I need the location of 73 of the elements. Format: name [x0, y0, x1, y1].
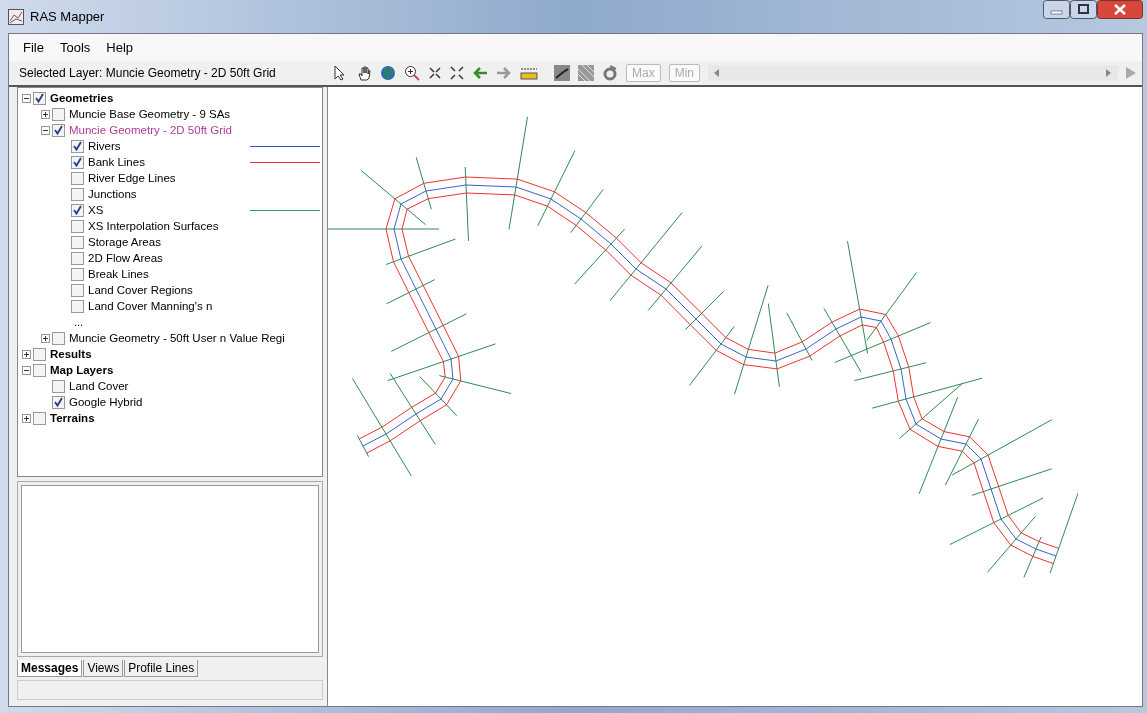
layer-name[interactable]: Land Cover	[69, 380, 129, 392]
layer-name[interactable]: Muncie Geometry - 2D 50ft Grid	[69, 124, 232, 136]
maximize-icon[interactable]	[1070, 0, 1097, 19]
layer-name[interactable]: Results	[50, 348, 92, 360]
selected-layer-label: Selected Layer: Muncie Geometry - 2D 50ft Grid	[18, 66, 277, 80]
zoom-out-arrows-icon[interactable]	[428, 66, 442, 80]
scroll-right-icon[interactable]	[1106, 69, 1112, 77]
back-arrow-icon[interactable]	[472, 66, 488, 80]
layer-name[interactable]: Map Layers	[50, 364, 114, 376]
layer-checkbox[interactable]	[71, 187, 84, 201]
layer-checkbox[interactable]	[52, 379, 65, 393]
layer-name[interactable]: Muncie Geometry - 50ft User n Value Regi	[69, 332, 285, 344]
layer-checkbox[interactable]	[33, 347, 46, 361]
layer-checkbox[interactable]	[71, 139, 84, 153]
layer-checkbox[interactable]	[52, 395, 65, 409]
layer-name[interactable]: Rivers	[88, 140, 121, 152]
panel-tab[interactable]: Profile Lines	[124, 660, 199, 677]
expander-icon[interactable]	[41, 109, 50, 119]
layer-checkbox[interactable]	[33, 91, 46, 105]
layer-name[interactable]: Geometries	[50, 92, 114, 104]
expander-icon[interactable]	[22, 413, 31, 423]
window-title: RAS Mapper	[30, 9, 105, 24]
layer-name[interactable]: Break Lines	[88, 268, 149, 280]
layer-name[interactable]: Land Cover Regions	[88, 284, 193, 296]
menu-item[interactable]: File	[17, 38, 50, 57]
close-icon[interactable]	[1097, 0, 1143, 19]
profile-line-icon[interactable]	[554, 65, 570, 81]
expander-icon[interactable]	[22, 93, 31, 103]
hand-icon[interactable]	[356, 65, 372, 81]
layer-checkbox[interactable]	[71, 251, 84, 265]
layer-name[interactable]: XS	[88, 204, 104, 216]
globe-icon[interactable]	[380, 65, 396, 81]
layer-checkbox[interactable]	[52, 123, 65, 137]
panel-tab[interactable]: Messages	[17, 660, 83, 677]
layer-checkbox[interactable]	[33, 363, 46, 377]
layer-name[interactable]: Junctions	[88, 188, 137, 200]
layer-checkbox[interactable]	[71, 299, 84, 313]
layer-checkbox[interactable]	[52, 107, 65, 121]
layer-name[interactable]: Muncie Base Geometry - 9 SAs	[69, 108, 231, 120]
layer-name[interactable]: Bank Lines	[88, 156, 145, 168]
layer-name[interactable]: Land Cover Manning's n	[88, 300, 213, 312]
map-app-icon	[8, 8, 24, 25]
layer-checkbox[interactable]	[71, 267, 84, 281]
ruler-icon[interactable]	[520, 66, 538, 80]
zoom-in-icon[interactable]	[404, 65, 420, 81]
menu-item[interactable]: Tools	[53, 38, 97, 57]
layer-name[interactable]: 2D Flow Areas	[88, 252, 163, 264]
layer-name[interactable]: River Edge Lines	[88, 172, 176, 184]
layer-checkbox[interactable]	[52, 331, 65, 345]
full-extent-icon[interactable]	[450, 66, 464, 80]
layer-checkbox[interactable]	[71, 171, 84, 185]
layer-name[interactable]: Storage Areas	[88, 236, 161, 248]
horizontal-scrollbar[interactable]	[708, 65, 1118, 81]
layer-checkbox[interactable]	[33, 411, 46, 425]
layer-name[interactable]: Google Hybrid	[69, 396, 143, 408]
more-items-label: ...	[74, 316, 84, 328]
panel-tab[interactable]: Views	[83, 660, 124, 677]
forward-arrow-icon[interactable]	[496, 66, 512, 80]
expander-icon[interactable]	[22, 365, 31, 375]
expander-icon[interactable]	[41, 125, 50, 135]
layer-checkbox[interactable]	[71, 155, 84, 169]
gear-icon[interactable]	[602, 65, 618, 81]
layer-checkbox[interactable]	[71, 283, 84, 297]
scroll-left-icon[interactable]	[714, 69, 720, 77]
layer-name[interactable]: XS Interpolation Surfaces	[88, 220, 219, 232]
layer-name[interactable]: Terrains	[50, 412, 95, 424]
minimize-icon[interactable]	[1043, 0, 1070, 19]
layer-checkbox[interactable]	[71, 219, 84, 233]
layer-checkbox[interactable]	[71, 203, 84, 217]
expander-icon[interactable]	[22, 349, 31, 359]
expander-icon[interactable]	[41, 333, 50, 343]
layer-checkbox[interactable]	[71, 235, 84, 249]
menu-item[interactable]: Help	[100, 38, 140, 57]
